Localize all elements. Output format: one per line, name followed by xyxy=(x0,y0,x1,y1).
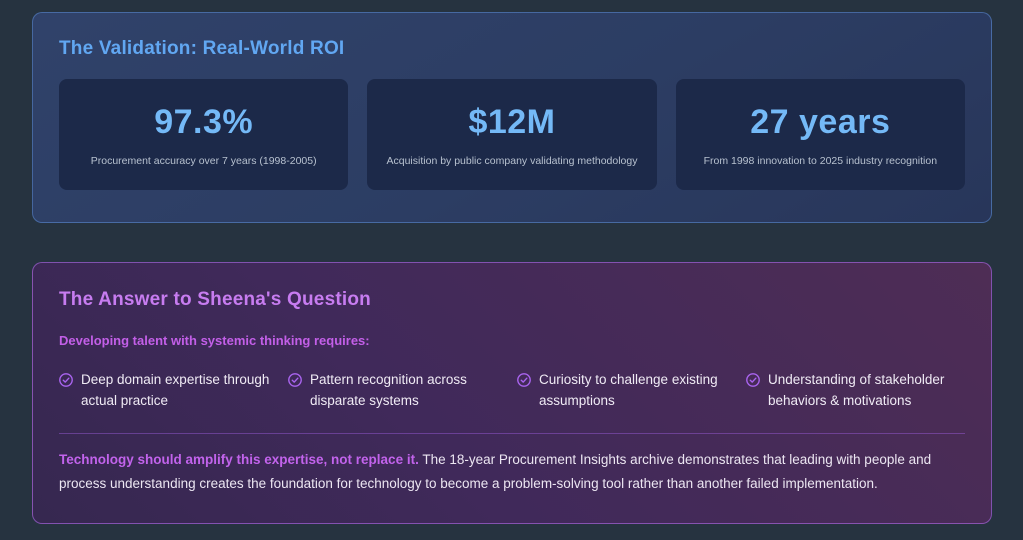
bullets-grid: Deep domain expertise through actual pra… xyxy=(59,370,965,412)
check-circle-icon xyxy=(59,373,73,387)
stat-box-accuracy: 97.3% Procurement accuracy over 7 years … xyxy=(59,79,348,190)
bullet-label: Deep domain expertise through actual pra… xyxy=(81,370,278,412)
page: The Validation: Real-World ROI 97.3% Pro… xyxy=(0,0,1023,540)
stat-value: 27 years xyxy=(750,103,890,142)
bullet-item: Pattern recognition across disparate sys… xyxy=(288,370,507,412)
answer-card: The Answer to Sheena's Question Developi… xyxy=(32,262,992,524)
bullet-item: Deep domain expertise through actual pra… xyxy=(59,370,278,412)
bullet-item: Understanding of stakeholder behaviors &… xyxy=(746,370,965,412)
stat-value: $12M xyxy=(468,103,555,142)
stats-row: 97.3% Procurement accuracy over 7 years … xyxy=(59,79,965,190)
answer-card-footer: Technology should amplify this expertise… xyxy=(59,448,965,497)
bullet-item: Curiosity to challenge existing assumpti… xyxy=(517,370,736,412)
check-circle-icon xyxy=(746,373,760,387)
divider xyxy=(59,433,965,434)
validation-card: The Validation: Real-World ROI 97.3% Pro… xyxy=(32,12,992,223)
stat-caption: From 1998 innovation to 2025 industry re… xyxy=(704,155,937,167)
bullet-label: Curiosity to challenge existing assumpti… xyxy=(539,370,736,412)
bullet-label: Pattern recognition across disparate sys… xyxy=(310,370,507,412)
stat-box-acquisition: $12M Acquisition by public company valid… xyxy=(367,79,656,190)
check-circle-icon xyxy=(288,373,302,387)
stat-value: 97.3% xyxy=(154,103,253,142)
answer-card-title: The Answer to Sheena's Question xyxy=(59,289,965,311)
stat-caption: Acquisition by public company validating… xyxy=(387,155,638,167)
footer-lead-sentence: Technology should amplify this expertise… xyxy=(59,452,419,467)
answer-card-subtitle: Developing talent with systemic thinking… xyxy=(59,333,965,348)
stat-box-years: 27 years From 1998 innovation to 2025 in… xyxy=(676,79,965,190)
stat-caption: Procurement accuracy over 7 years (1998-… xyxy=(91,155,317,167)
validation-card-title: The Validation: Real-World ROI xyxy=(59,38,965,60)
check-circle-icon xyxy=(517,373,531,387)
bullet-label: Understanding of stakeholder behaviors &… xyxy=(768,370,965,412)
